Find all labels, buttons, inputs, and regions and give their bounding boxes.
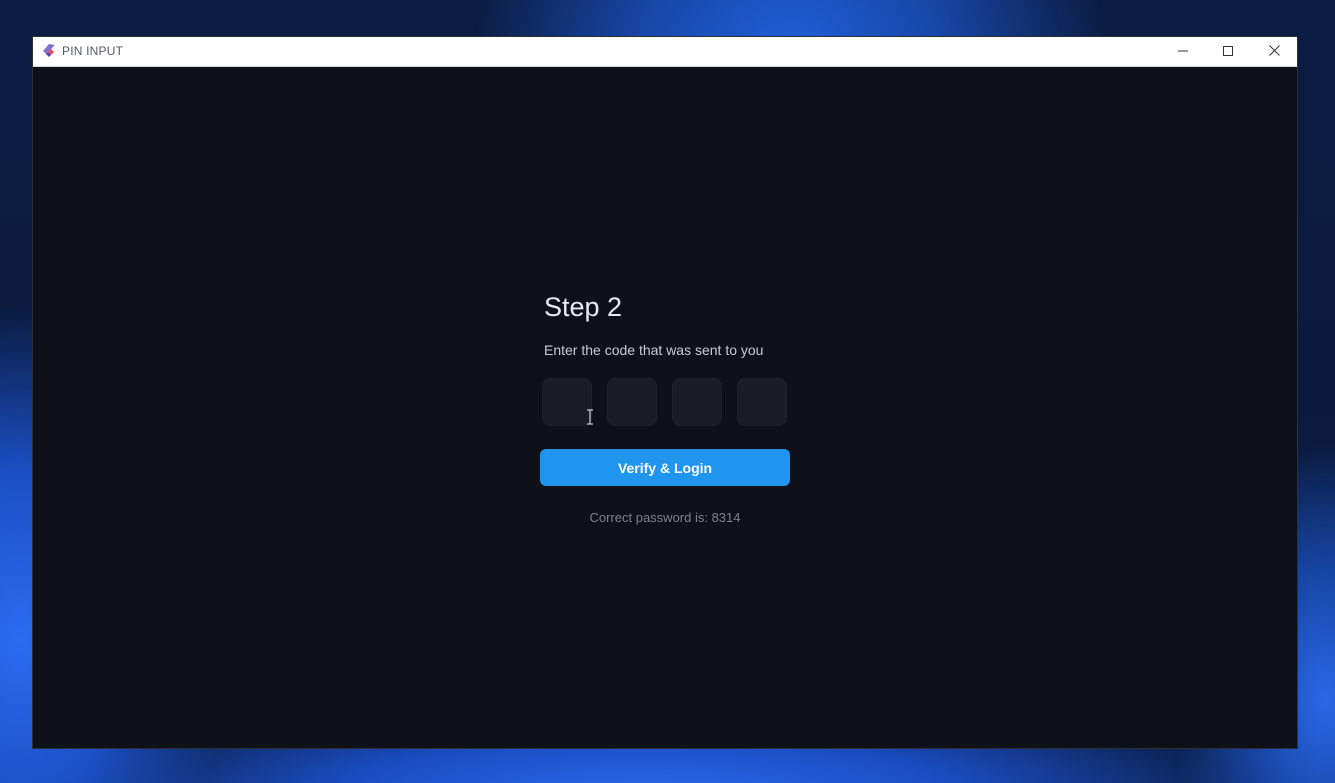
flutter-logo-icon	[42, 44, 56, 58]
pin-digit-3[interactable]	[672, 378, 722, 426]
pin-digit-4[interactable]	[737, 378, 787, 426]
window-title: PIN INPUT	[62, 44, 124, 58]
password-hint: Correct password is: 8314	[589, 510, 741, 525]
text-cursor-icon	[585, 408, 595, 426]
instruction-text: Enter the code that was sent to you	[544, 342, 764, 358]
pin-input-row	[542, 378, 792, 428]
close-icon	[1268, 43, 1280, 61]
page-title: Step 2	[544, 292, 623, 322]
window-content: Step 2 Enter the code that was sent to y…	[33, 67, 1297, 748]
title-bar[interactable]: PIN INPUT	[33, 37, 1297, 67]
minimize-button[interactable]	[1160, 37, 1206, 66]
maximize-button[interactable]	[1205, 37, 1251, 66]
maximize-icon	[1223, 43, 1233, 61]
minimize-icon	[1178, 43, 1188, 61]
app-window: PIN INPUT Step 2 Enter the code that was…	[33, 37, 1297, 748]
verify-login-button[interactable]: Verify & Login	[540, 449, 790, 486]
close-button[interactable]	[1251, 37, 1297, 66]
pin-digit-2[interactable]	[607, 378, 657, 426]
